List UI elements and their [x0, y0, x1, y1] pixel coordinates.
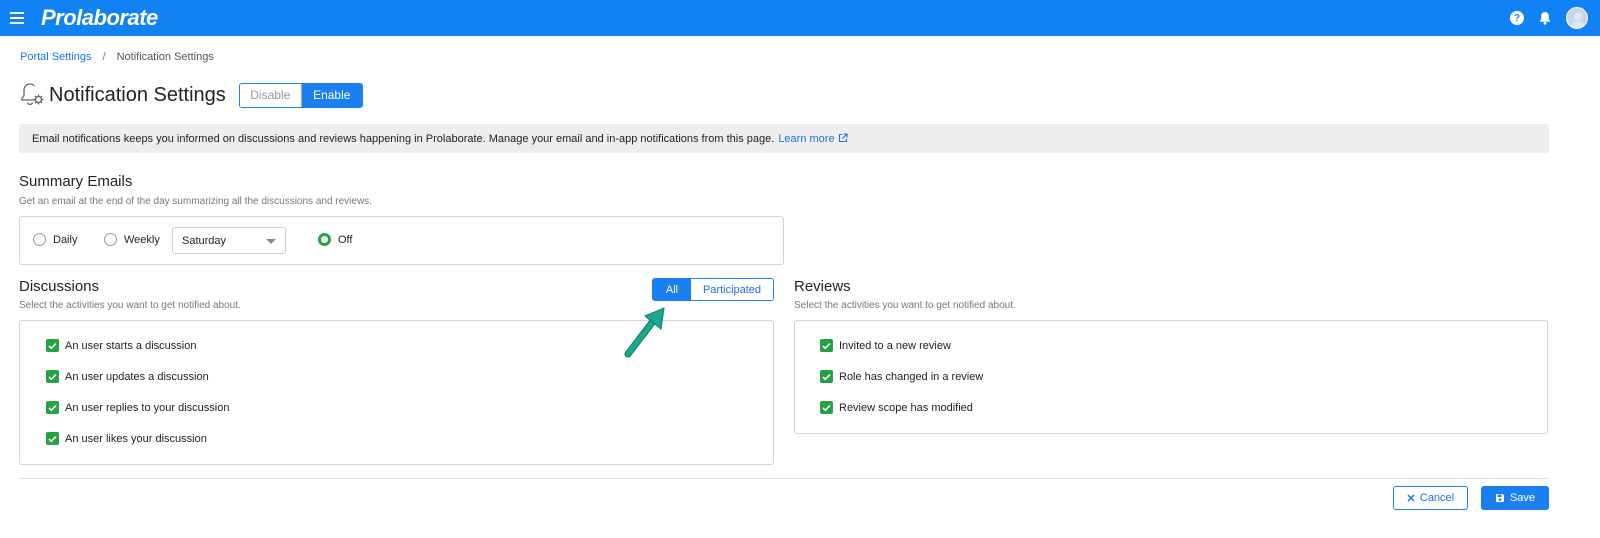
cancel-button[interactable]: Cancel: [1393, 486, 1468, 510]
checkbox-checked[interactable]: [46, 370, 59, 383]
footer-divider: [19, 478, 1549, 479]
summary-emails-subtitle: Get an email at the end of the day summa…: [19, 196, 372, 207]
off-label: Off: [338, 233, 353, 246]
discussions-title: Discussions: [19, 278, 100, 295]
breadcrumb-current: Notification Settings: [116, 51, 214, 63]
daily-option[interactable]: Daily: [33, 233, 77, 246]
checkbox-checked[interactable]: [46, 432, 59, 445]
off-option[interactable]: Off: [318, 233, 352, 246]
checkbox-checked[interactable]: [820, 401, 833, 414]
help-icon[interactable]: ?: [1510, 11, 1524, 25]
checkbox-checked[interactable]: [46, 339, 59, 352]
menu-icon[interactable]: [10, 9, 24, 27]
discussion-option[interactable]: An user starts a discussion: [46, 339, 196, 352]
review-option[interactable]: Invited to a new review: [820, 339, 951, 352]
notification-toggle: Disable Enable: [238, 82, 363, 108]
discussion-option[interactable]: An user updates a discussion: [46, 370, 209, 383]
learn-more-label: Learn more: [778, 132, 835, 145]
breadcrumb: Portal Settings / Notification Settings: [20, 51, 214, 63]
filter-all-button[interactable]: All: [653, 279, 691, 300]
save-label: Save: [1509, 492, 1536, 504]
review-option-label: Role has changed in a review: [839, 370, 984, 383]
enable-button[interactable]: Enable: [301, 83, 362, 107]
save-button[interactable]: Save: [1481, 486, 1549, 510]
discussion-option-label: An user starts a discussion: [65, 339, 197, 352]
save-icon: [1495, 493, 1505, 503]
annotation-arrow-icon: [624, 307, 665, 358]
checkbox-checked[interactable]: [46, 401, 59, 414]
bell-settings-icon: [21, 83, 44, 106]
user-avatar[interactable]: [1566, 7, 1588, 29]
breadcrumb-portal-settings[interactable]: Portal Settings: [20, 51, 92, 63]
daily-radio[interactable]: [33, 233, 46, 246]
daily-label: Daily: [53, 233, 78, 246]
chevron-down-icon: [266, 239, 276, 244]
app-logo[interactable]: Prolaborate: [41, 5, 158, 31]
reviews-subtitle: Select the activities you want to get no…: [794, 300, 1016, 311]
filter-participated-button[interactable]: Participated: [691, 279, 773, 300]
checkbox-checked[interactable]: [820, 370, 833, 383]
cancel-label: Cancel: [1419, 492, 1455, 504]
review-option[interactable]: Review scope has modified: [820, 401, 973, 414]
top-navigation-bar: Prolaborate ?: [0, 0, 1600, 36]
summary-emails-title: Summary Emails: [19, 173, 133, 190]
external-link-icon: [838, 132, 848, 142]
info-banner-text: Email notifications keeps you informed o…: [32, 132, 775, 145]
reviews-title: Reviews: [794, 278, 851, 295]
review-option-label: Review scope has modified: [839, 401, 973, 414]
discussion-option-label: An user replies to your discussion: [65, 401, 230, 414]
off-radio[interactable]: [318, 233, 331, 246]
review-option-label: Invited to a new review: [839, 339, 951, 352]
discussion-option[interactable]: An user replies to your discussion: [46, 401, 229, 414]
weekday-select[interactable]: Saturday: [172, 227, 286, 254]
learn-more-link[interactable]: Learn more: [778, 132, 848, 145]
weekly-label: Weekly: [124, 233, 160, 246]
disable-button[interactable]: Disable: [239, 83, 302, 107]
discussion-filter-toggle: All Participated: [652, 278, 774, 301]
page-title: Notification Settings: [49, 83, 226, 106]
weekly-option[interactable]: Weekly: [104, 233, 160, 246]
close-icon: [1407, 494, 1415, 502]
discussion-option-label: An user likes your discussion: [65, 432, 207, 445]
review-option[interactable]: Role has changed in a review: [820, 370, 983, 383]
discussion-option-label: An user updates a discussion: [65, 370, 209, 383]
info-banner: Email notifications keeps you informed o…: [19, 124, 1549, 153]
discussions-subtitle: Select the activities you want to get no…: [19, 300, 241, 311]
weekly-radio[interactable]: [104, 233, 117, 246]
discussion-option[interactable]: An user likes your discussion: [46, 432, 207, 445]
bell-icon[interactable]: [1538, 10, 1552, 26]
checkbox-checked[interactable]: [820, 339, 833, 352]
weekday-value: Saturday: [182, 234, 227, 247]
breadcrumb-separator: /: [102, 51, 106, 63]
